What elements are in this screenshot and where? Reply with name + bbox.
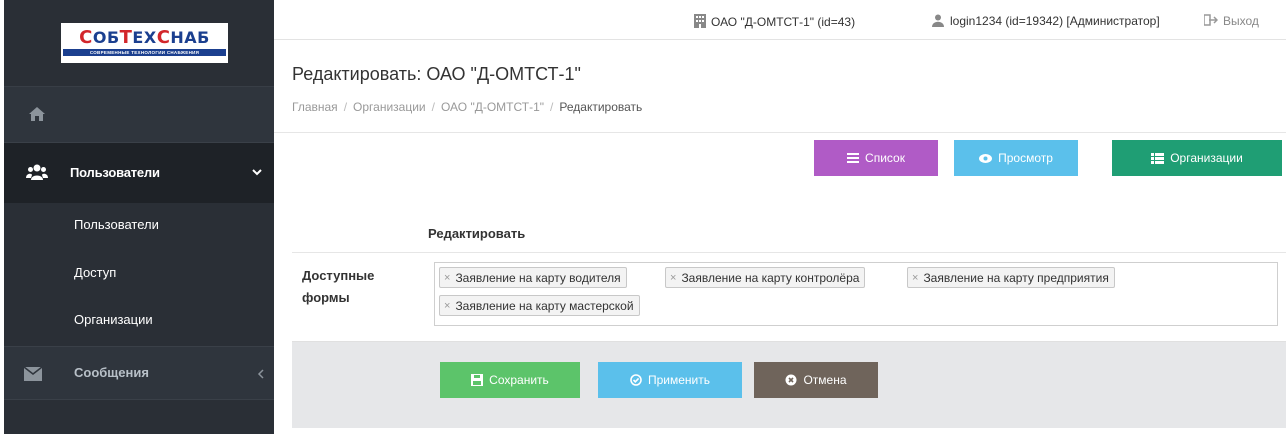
selected-tag: × Заявление на карту водителя (439, 267, 627, 288)
save-button[interactable]: Сохранить (440, 362, 580, 398)
current-organization[interactable]: ОАО "Д-ОМТСТ-1" (id=43) (694, 14, 855, 29)
breadcrumb-current: Редактировать (559, 100, 643, 114)
selected-tag: × Заявление на карту контролёра (665, 267, 866, 288)
form-heading: Редактировать (428, 226, 526, 241)
divider (274, 132, 1286, 133)
save-button-label: Сохранить (489, 373, 549, 387)
selected-tag: × Заявление на карту мастерской (439, 295, 640, 316)
breadcrumb-home[interactable]: Главная (292, 100, 338, 114)
close-circle-icon (785, 374, 797, 386)
logo-subtitle: СОВРЕМЕННЫЕ ТЕХНОЛОГИИ СНАБЖЕНИЯ (63, 49, 226, 56)
organization-label: ОАО "Д-ОМТСТ-1" (id=43) (711, 15, 856, 29)
current-user[interactable]: login1234 (id=19342) [Администратор] (932, 14, 1160, 28)
tag-label: Заявление на карту мастерской (455, 298, 634, 313)
organizations-button[interactable]: Организации (1112, 140, 1282, 176)
breadcrumb: Главная / Организации / ОАО "Д-ОМТСТ-1" / Реда… (292, 100, 643, 114)
chevron-left-icon (257, 369, 264, 379)
tag-label: Заявление на карту предприятия (923, 270, 1109, 285)
table-list-icon (1151, 152, 1165, 164)
page: СОБТЕХСНАБ СОВРЕМЕННЫЕ ТЕХНОЛОГИИ СНАБЖЕ… (0, 0, 1286, 434)
form-actions: Сохранить Применить Отмена (292, 342, 1286, 428)
sidebar-item-label: Сообщения (74, 365, 149, 380)
user-icon (932, 14, 944, 27)
sidebar-item-users-section[interactable]: Пользователи (4, 143, 274, 203)
chevron-down-icon (252, 169, 262, 176)
logout-label: Выход (1223, 14, 1259, 28)
sidebar-subitem-access[interactable]: Доступ (4, 251, 274, 295)
remove-tag-icon[interactable]: × (912, 272, 918, 284)
sidebar-subitem-organizations[interactable]: Организации (4, 298, 274, 342)
tag-label: Заявление на карту контролёра (681, 270, 860, 285)
sidebar-item-home[interactable] (4, 87, 274, 143)
list-icon (847, 153, 860, 163)
building-icon (694, 14, 706, 28)
logo-area: СОБТЕХСНАБ СОВРЕМЕННЫЕ ТЕХНОЛОГИИ СНАБЖЕ… (4, 0, 274, 87)
available-forms-label: Доступные формы (302, 268, 375, 305)
logo-title: СОБТЕХСНАБ (79, 27, 210, 48)
remove-tag-icon[interactable]: × (444, 300, 450, 312)
home-icon (29, 107, 45, 121)
available-forms-select[interactable]: × Заявление на карту водителя × Заявление … (434, 262, 1278, 326)
check-circle-icon (630, 374, 642, 386)
sidebar-item-label: Пользователи (74, 217, 159, 232)
cancel-button[interactable]: Отмена (754, 362, 878, 398)
tag-label: Заявление на карту водителя (455, 270, 621, 285)
floppy-disk-icon (471, 374, 484, 386)
sidebar-item-label: Организации (74, 312, 153, 327)
available-forms-row: Доступные формы × Заявление на карту води… (292, 252, 1286, 342)
view-button[interactable]: Просмотр (954, 140, 1078, 176)
breadcrumb-organization[interactable]: ОАО "Д-ОМТСТ-1" (441, 100, 544, 114)
logout-link[interactable]: Выход (1203, 14, 1259, 28)
sidebar-item-label: Пользователи (70, 165, 160, 180)
top-bar: ОАО "Д-ОМТСТ-1" (id=43) login1234 (id=19… (274, 0, 1286, 40)
remove-tag-icon[interactable]: × (670, 272, 676, 284)
sidebar-item-label: Доступ (74, 265, 117, 280)
logo[interactable]: СОБТЕХСНАБ СОВРЕМЕННЫЕ ТЕХНОЛОГИИ СНАБЖЕ… (61, 23, 228, 63)
main-content: Редактировать: ОАО "Д-ОМТСТ-1" Главная / О… (274, 40, 1286, 434)
envelope-icon (24, 367, 42, 381)
apply-button-label: Применить (647, 373, 710, 387)
apply-button[interactable]: Применить (598, 362, 742, 398)
page-title: Редактировать: ОАО "Д-ОМТСТ-1" (292, 64, 581, 84)
list-button-label: Список (865, 151, 905, 165)
breadcrumb-organizations[interactable]: Организации (353, 100, 426, 114)
user-label: login1234 (id=19342) [Администратор] (950, 14, 1160, 28)
sidebar: СОБТЕХСНАБ СОВРЕМЕННЫЕ ТЕХНОЛОГИИ СНАБЖЕ… (4, 0, 274, 434)
sidebar-item-messages-section[interactable]: Сообщения (4, 346, 274, 400)
organizations-button-label: Организации (1170, 151, 1243, 165)
eye-icon (979, 153, 993, 163)
sign-out-icon (1203, 14, 1219, 26)
sidebar-subitem-users[interactable]: Пользователи (4, 203, 274, 247)
view-button-label: Просмотр (998, 151, 1053, 165)
list-button[interactable]: Список (814, 140, 938, 176)
selected-tag: × Заявление на карту предприятия (907, 267, 1115, 288)
edit-form: Доступные формы × Заявление на карту води… (292, 252, 1286, 428)
cancel-button-label: Отмена (803, 373, 847, 387)
remove-tag-icon[interactable]: × (444, 272, 450, 284)
users-icon (26, 164, 48, 180)
